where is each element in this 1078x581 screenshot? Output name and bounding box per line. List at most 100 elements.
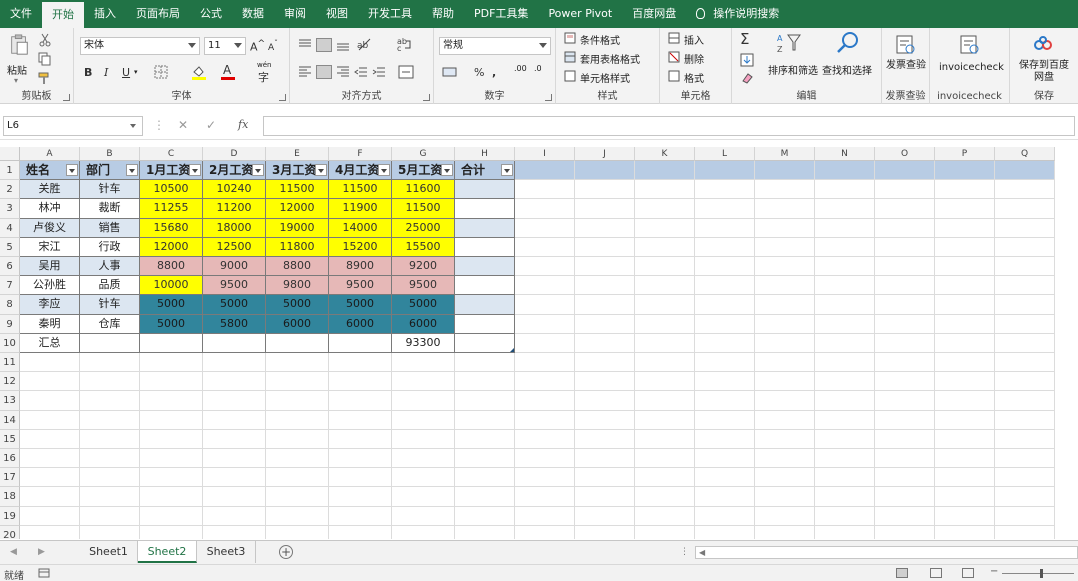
cell[interactable] [515,391,575,411]
cell[interactable] [995,487,1055,507]
cell[interactable] [20,372,80,392]
cell[interactable] [875,237,935,257]
text-cell[interactable]: 吴用 [20,257,80,277]
cell[interactable] [80,468,140,488]
number-format-combo[interactable]: 常规 [439,37,551,55]
cell[interactable] [455,276,515,296]
cell[interactable] [935,161,995,181]
cell[interactable] [455,353,515,373]
cell[interactable] [140,468,203,488]
cell[interactable] [203,525,266,539]
cell[interactable] [575,199,635,219]
cell[interactable] [20,506,80,526]
cell[interactable] [935,525,995,539]
filter-dropdown-icon[interactable] [441,164,453,176]
cell[interactable] [995,410,1055,430]
cell[interactable] [695,468,755,488]
cell[interactable] [392,353,455,373]
cell[interactable] [935,218,995,238]
cell[interactable] [203,391,266,411]
cell[interactable] [875,410,935,430]
salary-cell[interactable]: 11500 [329,180,392,200]
row-header[interactable]: 12 [0,372,20,392]
column-header[interactable]: Q [995,147,1055,161]
column-header[interactable]: D [203,147,266,161]
text-cell[interactable]: 裁断 [80,199,140,219]
cell[interactable] [815,276,875,296]
cell[interactable] [80,372,140,392]
cell[interactable] [815,333,875,353]
row-header[interactable]: 10 [0,333,20,353]
column-header[interactable]: C [140,147,203,161]
row-header[interactable]: 20 [0,525,20,539]
cell[interactable] [329,391,392,411]
cell[interactable] [575,314,635,334]
font-launcher-icon[interactable] [279,94,286,101]
cell[interactable] [935,333,995,353]
invoicecheck-button[interactable]: invoicecheck [939,62,1004,73]
cell[interactable] [815,237,875,257]
salary-cell[interactable]: 5000 [266,295,329,315]
cell[interactable] [695,372,755,392]
cell[interactable] [635,449,695,469]
orientation-icon[interactable]: ab [356,36,374,52]
cell[interactable] [635,218,695,238]
cell[interactable] [266,429,329,449]
wrap-text-icon[interactable]: abc [396,36,412,52]
salary-cell[interactable]: 6000 [329,314,392,334]
sort-filter-button[interactable]: 排序和筛选 [768,62,818,77]
salary-cell[interactable]: 12000 [266,199,329,219]
salary-cell[interactable]: 18000 [203,218,266,238]
page-layout-view-icon[interactable] [930,568,942,578]
cell[interactable] [635,391,695,411]
cell[interactable] [995,429,1055,449]
row-header[interactable]: 3 [0,199,20,219]
cancel-icon[interactable]: ✕ [178,118,188,132]
cell[interactable] [995,199,1055,219]
cell[interactable] [515,429,575,449]
menu-tab[interactable]: 帮助 [422,0,464,28]
cell[interactable] [455,314,515,334]
cell[interactable] [875,199,935,219]
underline-button[interactable]: U [122,66,130,79]
cell[interactable] [995,468,1055,488]
cell[interactable] [575,525,635,539]
cell[interactable] [80,487,140,507]
table-header-cell[interactable]: 部门 [80,161,140,181]
copy-icon[interactable] [38,52,52,66]
cell[interactable] [815,410,875,430]
column-header[interactable]: J [575,147,635,161]
salary-cell[interactable]: 12500 [203,237,266,257]
scroll-left-icon[interactable]: ◀ [699,548,705,557]
text-cell[interactable]: 关胜 [20,180,80,200]
cell[interactable] [815,391,875,411]
cell[interactable] [695,180,755,200]
filter-dropdown-icon[interactable] [252,164,264,176]
salary-cell[interactable]: 11500 [392,199,455,219]
cell[interactable] [575,468,635,488]
cell[interactable] [995,372,1055,392]
cell[interactable] [755,429,815,449]
cell[interactable] [755,372,815,392]
cell[interactable] [203,333,266,353]
cell[interactable] [695,199,755,219]
menu-tab[interactable]: 公式 [190,0,232,28]
next-sheet-icon[interactable]: ▶ [38,547,45,557]
cell[interactable] [695,525,755,539]
sheet-tab[interactable]: Sheet1 [80,541,138,563]
menu-tab[interactable]: 数据 [232,0,274,28]
cell[interactable] [329,468,392,488]
cell[interactable] [815,199,875,219]
cell[interactable] [695,391,755,411]
invoice-verify-button[interactable]: 发票查验 [886,60,926,72]
cell[interactable] [455,257,515,277]
column-header[interactable]: F [329,147,392,161]
salary-cell[interactable]: 10240 [203,180,266,200]
cell[interactable] [695,295,755,315]
cell[interactable] [695,429,755,449]
cell[interactable] [875,161,935,181]
chevron-down-icon[interactable]: ▾ [134,68,138,76]
column-header[interactable]: A [20,147,80,161]
column-header[interactable]: P [935,147,995,161]
text-cell[interactable]: 品质 [80,276,140,296]
